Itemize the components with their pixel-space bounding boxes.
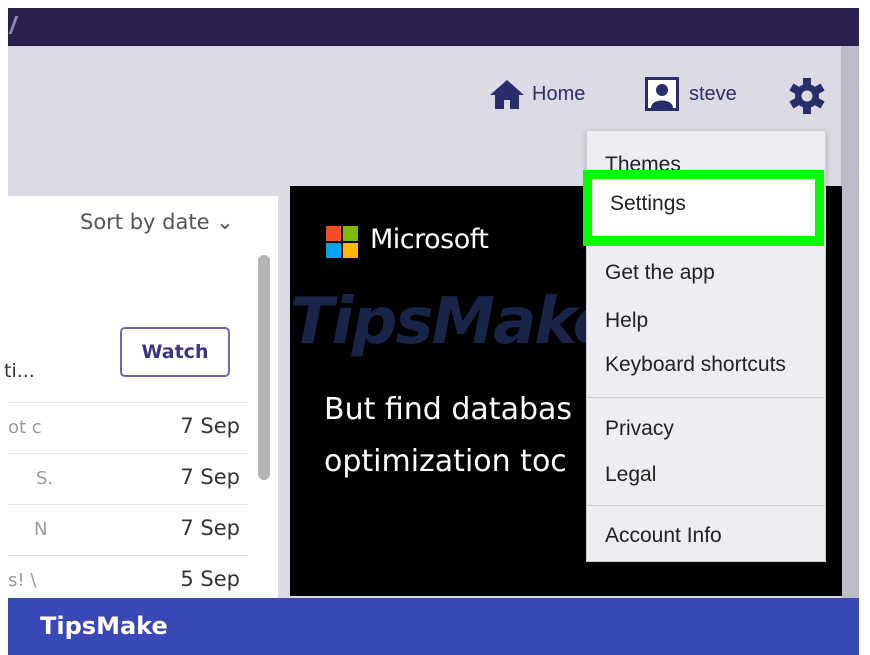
home-link[interactable]: Home — [488, 78, 585, 110]
ad-brand: Microsoft — [370, 224, 489, 255]
message-snippet: ot c — [8, 417, 42, 438]
settings-highlight: Settings — [583, 170, 824, 246]
list-item[interactable]: S. 7 Sep — [8, 453, 248, 504]
home-label: Home — [532, 82, 586, 105]
watch-button[interactable]: Watch — [120, 327, 230, 377]
microsoft-logo-icon — [326, 226, 358, 258]
menu-item-account-info[interactable]: Account Info — [605, 524, 722, 548]
menu-divider — [587, 397, 825, 398]
ad-line-2: optimization toc — [324, 444, 567, 479]
home-icon — [490, 80, 524, 109]
sort-dropdown[interactable]: Sort by date ⌄ — [80, 210, 234, 234]
top-bar — [8, 8, 859, 46]
user-name: steve — [689, 82, 737, 105]
menu-item-legal[interactable]: Legal — [605, 463, 656, 487]
menu-item-keyboard-shortcuts[interactable]: Keyboard shortcuts — [605, 353, 786, 377]
list-item[interactable]: N 7 Sep — [8, 504, 248, 555]
footer-brand: TipsMake — [40, 612, 168, 640]
user-icon — [645, 77, 679, 111]
menu-item-settings[interactable]: Settings — [592, 179, 815, 236]
message-date: 7 Sep — [180, 516, 240, 540]
message-date: 7 Sep — [180, 414, 240, 438]
ad-headline: But find databas optimization toc — [324, 384, 572, 488]
menu-item-help[interactable]: Help — [605, 309, 648, 333]
message-snippet: N — [34, 519, 48, 540]
footer-banner: TipsMake — [8, 598, 859, 655]
user-menu[interactable]: steve — [645, 77, 737, 111]
menu-item-get-app[interactable]: Get the app — [605, 261, 715, 285]
message-date: 7 Sep — [180, 465, 240, 489]
message-snippet: s! \ — [8, 570, 37, 591]
message-snippet: S. — [36, 468, 54, 489]
list-item[interactable]: ot c 7 Sep — [8, 402, 248, 453]
ad-line-1: But find databas — [324, 392, 573, 427]
message-snippet: ti... — [4, 360, 35, 382]
watermark: TipsMake — [290, 285, 616, 359]
list-scrollbar[interactable] — [258, 255, 270, 480]
menu-item-settings-label: Settings — [610, 192, 686, 215]
menu-divider — [587, 505, 825, 506]
topbar-mark — [8, 16, 19, 34]
message-date: 5 Sep — [180, 567, 240, 591]
gear-icon[interactable] — [788, 77, 826, 115]
right-edge — [841, 46, 859, 646]
menu-item-privacy[interactable]: Privacy — [605, 417, 674, 441]
